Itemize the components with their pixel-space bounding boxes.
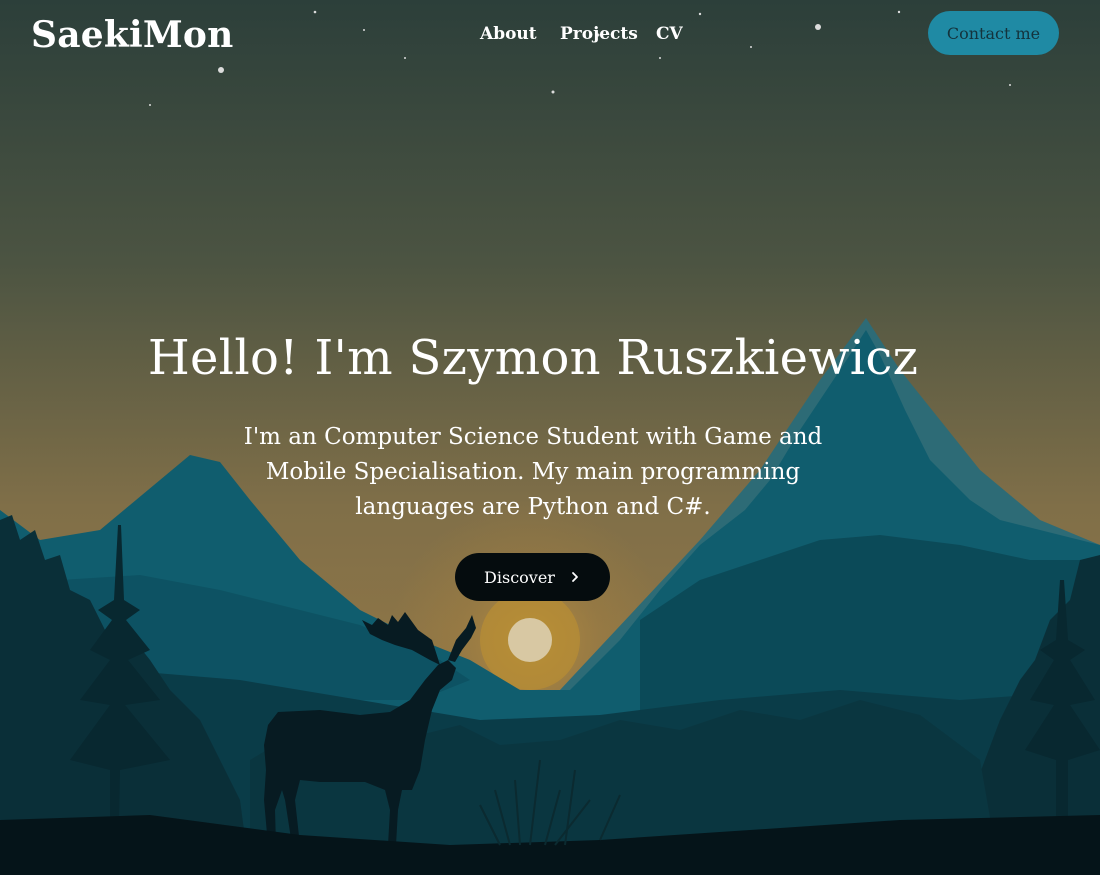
chevron-right-icon: [572, 572, 578, 582]
hero-subtitle: I'm an Computer Science Student with Gam…: [243, 424, 823, 520]
hero-title: Hello! I'm Szymon Ruszkiewicz: [147, 330, 919, 386]
discover-button[interactable]: Discover: [455, 553, 610, 601]
hero-section: Hello! I'm Szymon Ruszkiewicz I'm an Com…: [0, 0, 1100, 875]
discover-button-label: Discover: [484, 567, 555, 587]
